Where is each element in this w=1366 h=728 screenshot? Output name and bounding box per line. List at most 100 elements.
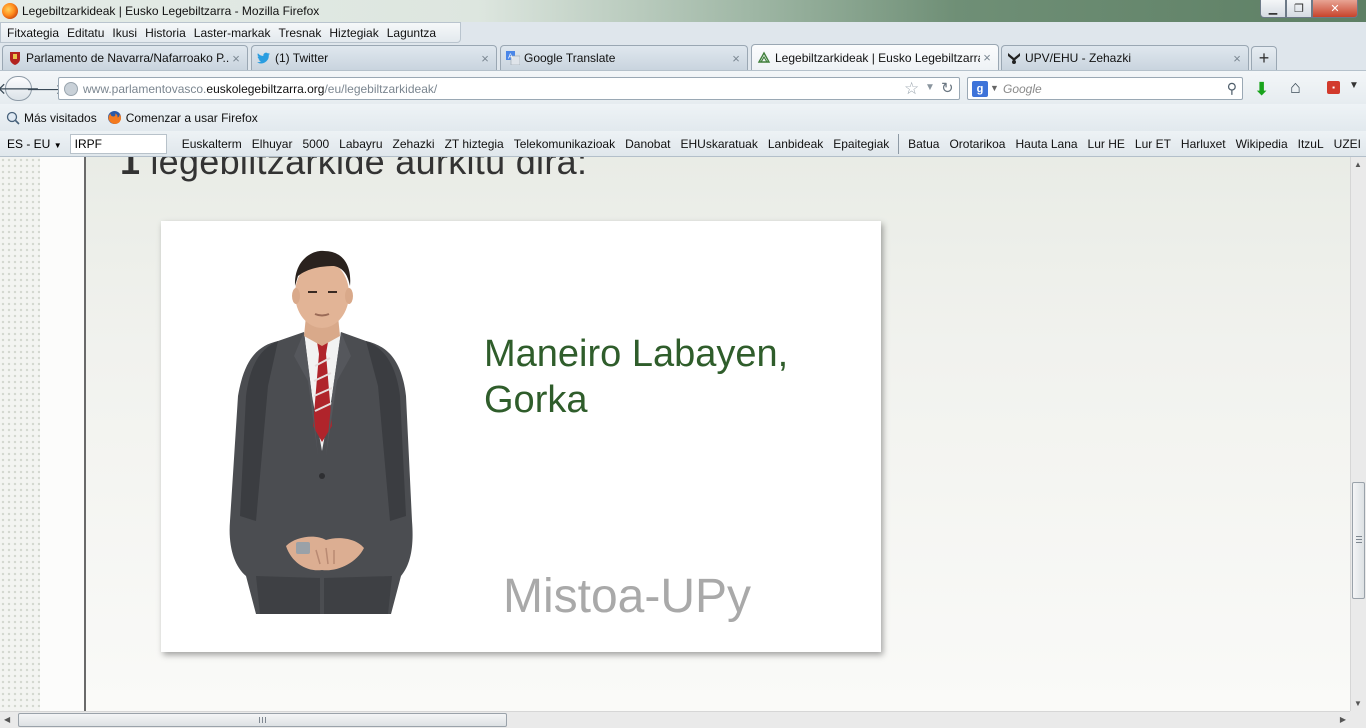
menu-ikusi[interactable]: Ikusi <box>108 26 141 40</box>
dictionary-link[interactable]: Euskalterm <box>177 137 247 151</box>
engine-dropdown-icon[interactable]: ▼ <box>990 83 999 93</box>
tab-upv-ehu[interactable]: UPV/EHU - Zehazki × <box>1001 45 1249 70</box>
member-photo[interactable] <box>216 246 436 614</box>
dictionary-link[interactable]: 5000 <box>297 137 334 151</box>
translate-icon: A <box>506 51 520 65</box>
result-count: 1 <box>120 157 141 182</box>
tab-close-icon[interactable]: × <box>478 51 492 66</box>
url-dropdown-icon[interactable]: ▼ <box>925 82 935 93</box>
tab-close-icon[interactable]: × <box>1230 51 1244 66</box>
tab-strip: Parlamento de Navarra/Nafarroako P... × … <box>0 44 1366 70</box>
tab-label: Parlamento de Navarra/Nafarroako P... <box>26 51 229 65</box>
site-identity-icon[interactable] <box>64 82 78 96</box>
tab-close-icon[interactable]: × <box>729 51 743 66</box>
search-input[interactable]: Google <box>1003 82 1042 96</box>
dictionary-link[interactable]: Telekomunikazioak <box>509 137 620 151</box>
window-controls: ▁ ❐ ✕ <box>1260 0 1358 18</box>
scroll-up-arrow-icon[interactable]: ▲ <box>1354 160 1362 169</box>
left-divider <box>84 157 86 711</box>
svg-text:A: A <box>508 53 513 61</box>
menu-historia[interactable]: Historia <box>141 26 190 40</box>
tab-twitter[interactable]: (1) Twitter × <box>251 45 497 70</box>
scroll-left-arrow-icon[interactable]: ◀ <box>4 715 10 724</box>
vertical-scroll-thumb[interactable] <box>1352 482 1365 599</box>
google-engine-icon[interactable]: g <box>972 81 988 97</box>
parliament-crest-icon <box>8 51 22 65</box>
menu-laster-markak[interactable]: Laster-markak <box>190 26 275 40</box>
scroll-down-arrow-icon[interactable]: ▼ <box>1354 699 1362 708</box>
dictionary-link[interactable]: UZEI <box>1329 137 1366 151</box>
menu-laguntza[interactable]: Laguntza <box>383 26 440 40</box>
dictionary-link[interactable]: Zehazki <box>388 137 440 151</box>
page-viewport: 1 legebiltzarkide aurkitu dira: Maneiro … <box>0 157 1350 711</box>
url-domain: euskolegebiltzarra.org <box>206 82 325 96</box>
menu-fitxategia[interactable]: Fitxategia <box>3 26 63 40</box>
menu-editatu[interactable]: Editatu <box>63 26 108 40</box>
tab-legebiltzarkideak[interactable]: Legebiltzarkideak | Eusko Legebiltzarra … <box>751 44 999 70</box>
close-window-button[interactable]: ✕ <box>1312 0 1358 18</box>
minimize-button[interactable]: ▁ <box>1260 0 1286 18</box>
addon-icon[interactable]: ▪ <box>1327 81 1340 94</box>
tab-label: (1) Twitter <box>275 51 329 65</box>
dictionary-links-group-2: Batua Orotarikoa Hauta Lana Lur HE Lur ET Har… <box>903 137 1366 151</box>
language-pair-label: ES - EU <box>7 136 51 151</box>
dictionary-link[interactable]: Elhuyar <box>247 137 298 151</box>
dictionary-link[interactable]: Danobat <box>620 137 675 151</box>
vertical-scrollbar[interactable]: ▲ ▼ <box>1350 157 1366 711</box>
dictionary-link[interactable]: Lur ET <box>1130 137 1176 151</box>
dictionary-link[interactable]: ZT hiztegia <box>440 137 509 151</box>
member-name[interactable]: Maneiro Labayen, Gorka <box>484 331 864 423</box>
dictionary-link[interactable]: Harluxet <box>1176 137 1231 151</box>
member-card[interactable]: Maneiro Labayen, Gorka Mistoa-UPy <box>161 221 881 652</box>
scroll-grip-icon <box>259 717 266 723</box>
forward-button[interactable]: 🡒 <box>26 79 64 99</box>
member-name-line2: Gorka <box>484 379 588 421</box>
horizontal-scrollbar[interactable]: ◀ ▶ <box>0 711 1350 728</box>
menu-tresnak[interactable]: Tresnak <box>274 26 325 40</box>
menu-hiztegiak[interactable]: Hiztegiak <box>325 26 382 40</box>
tab-close-icon[interactable]: × <box>229 51 243 66</box>
dictionary-link[interactable]: EHUskaratuak <box>675 137 762 151</box>
scrollbar-corner <box>1350 711 1366 728</box>
toolbar-separator <box>898 133 900 154</box>
tab-google-translate[interactable]: A Google Translate × <box>500 45 748 70</box>
home-icon[interactable]: ⌂ <box>1290 77 1301 98</box>
firefox-icon <box>107 110 122 125</box>
search-bar[interactable]: g ▼ Google ⚲ <box>967 77 1243 100</box>
dictionary-link[interactable]: Labayru <box>334 137 387 151</box>
horizontal-scroll-thumb[interactable] <box>18 713 507 727</box>
dictionary-link[interactable]: ItzuL <box>1293 137 1329 151</box>
reload-icon[interactable]: ↻ <box>941 79 954 97</box>
legebiltzarra-icon <box>757 51 771 65</box>
bookmark-star-icon[interactable]: ☆ <box>904 79 919 99</box>
dictionary-link[interactable]: Batua <box>903 137 944 151</box>
dictionary-link[interactable]: Epaitegiak <box>828 137 894 151</box>
bookmark-mas-visitados[interactable]: Más visitados <box>0 110 102 125</box>
tab-label: Google Translate <box>524 51 616 65</box>
url-bar[interactable]: www.parlamentovasco.euskolegebiltzarra.o… <box>58 77 960 100</box>
language-pair-select[interactable]: ES - EU ▼ <box>0 137 68 151</box>
search-icon[interactable]: ⚲ <box>1227 80 1237 97</box>
bookmark-label: Comenzar a usar Firefox <box>125 110 258 125</box>
bookmark-label: Más visitados <box>24 110 97 125</box>
dictionary-link[interactable]: Hauta Lana <box>1010 137 1082 151</box>
tab-parlamento-navarra[interactable]: Parlamento de Navarra/Nafarroako P... × <box>2 45 248 70</box>
url-text[interactable]: www.parlamentovasco.euskolegebiltzarra.o… <box>83 82 437 96</box>
dictionary-links-group-1: Euskalterm Elhuyar 5000 Labayru Zehazki ZT hi… <box>177 137 895 151</box>
bookmark-comenzar-firefox[interactable]: Comenzar a usar Firefox <box>102 110 263 125</box>
dictionary-link[interactable]: Lur HE <box>1083 137 1130 151</box>
toolbar-menu-dropdown-icon[interactable]: ▼ <box>1349 80 1359 91</box>
dictionary-link[interactable]: Wikipedia <box>1231 137 1293 151</box>
dictionary-link[interactable]: Lanbideak <box>763 137 828 151</box>
tab-close-icon[interactable]: × <box>980 50 994 65</box>
scroll-right-arrow-icon[interactable]: ▶ <box>1340 715 1346 724</box>
decorative-dot-pattern <box>0 157 40 711</box>
new-tab-button[interactable]: + <box>1251 46 1277 70</box>
tab-label: Legebiltzarkideak | Eusko Legebiltzarra <box>775 50 980 65</box>
maximize-button[interactable]: ❐ <box>1286 0 1312 18</box>
result-text: legebiltzarkide aurkitu dira: <box>150 157 588 182</box>
term-search-input[interactable]: IRPF <box>69 133 167 154</box>
dictionary-link[interactable]: Orotarikoa <box>944 137 1010 151</box>
download-arrow-icon[interactable]: ⬇ <box>1254 79 1269 100</box>
upv-ehu-icon <box>1007 51 1021 65</box>
